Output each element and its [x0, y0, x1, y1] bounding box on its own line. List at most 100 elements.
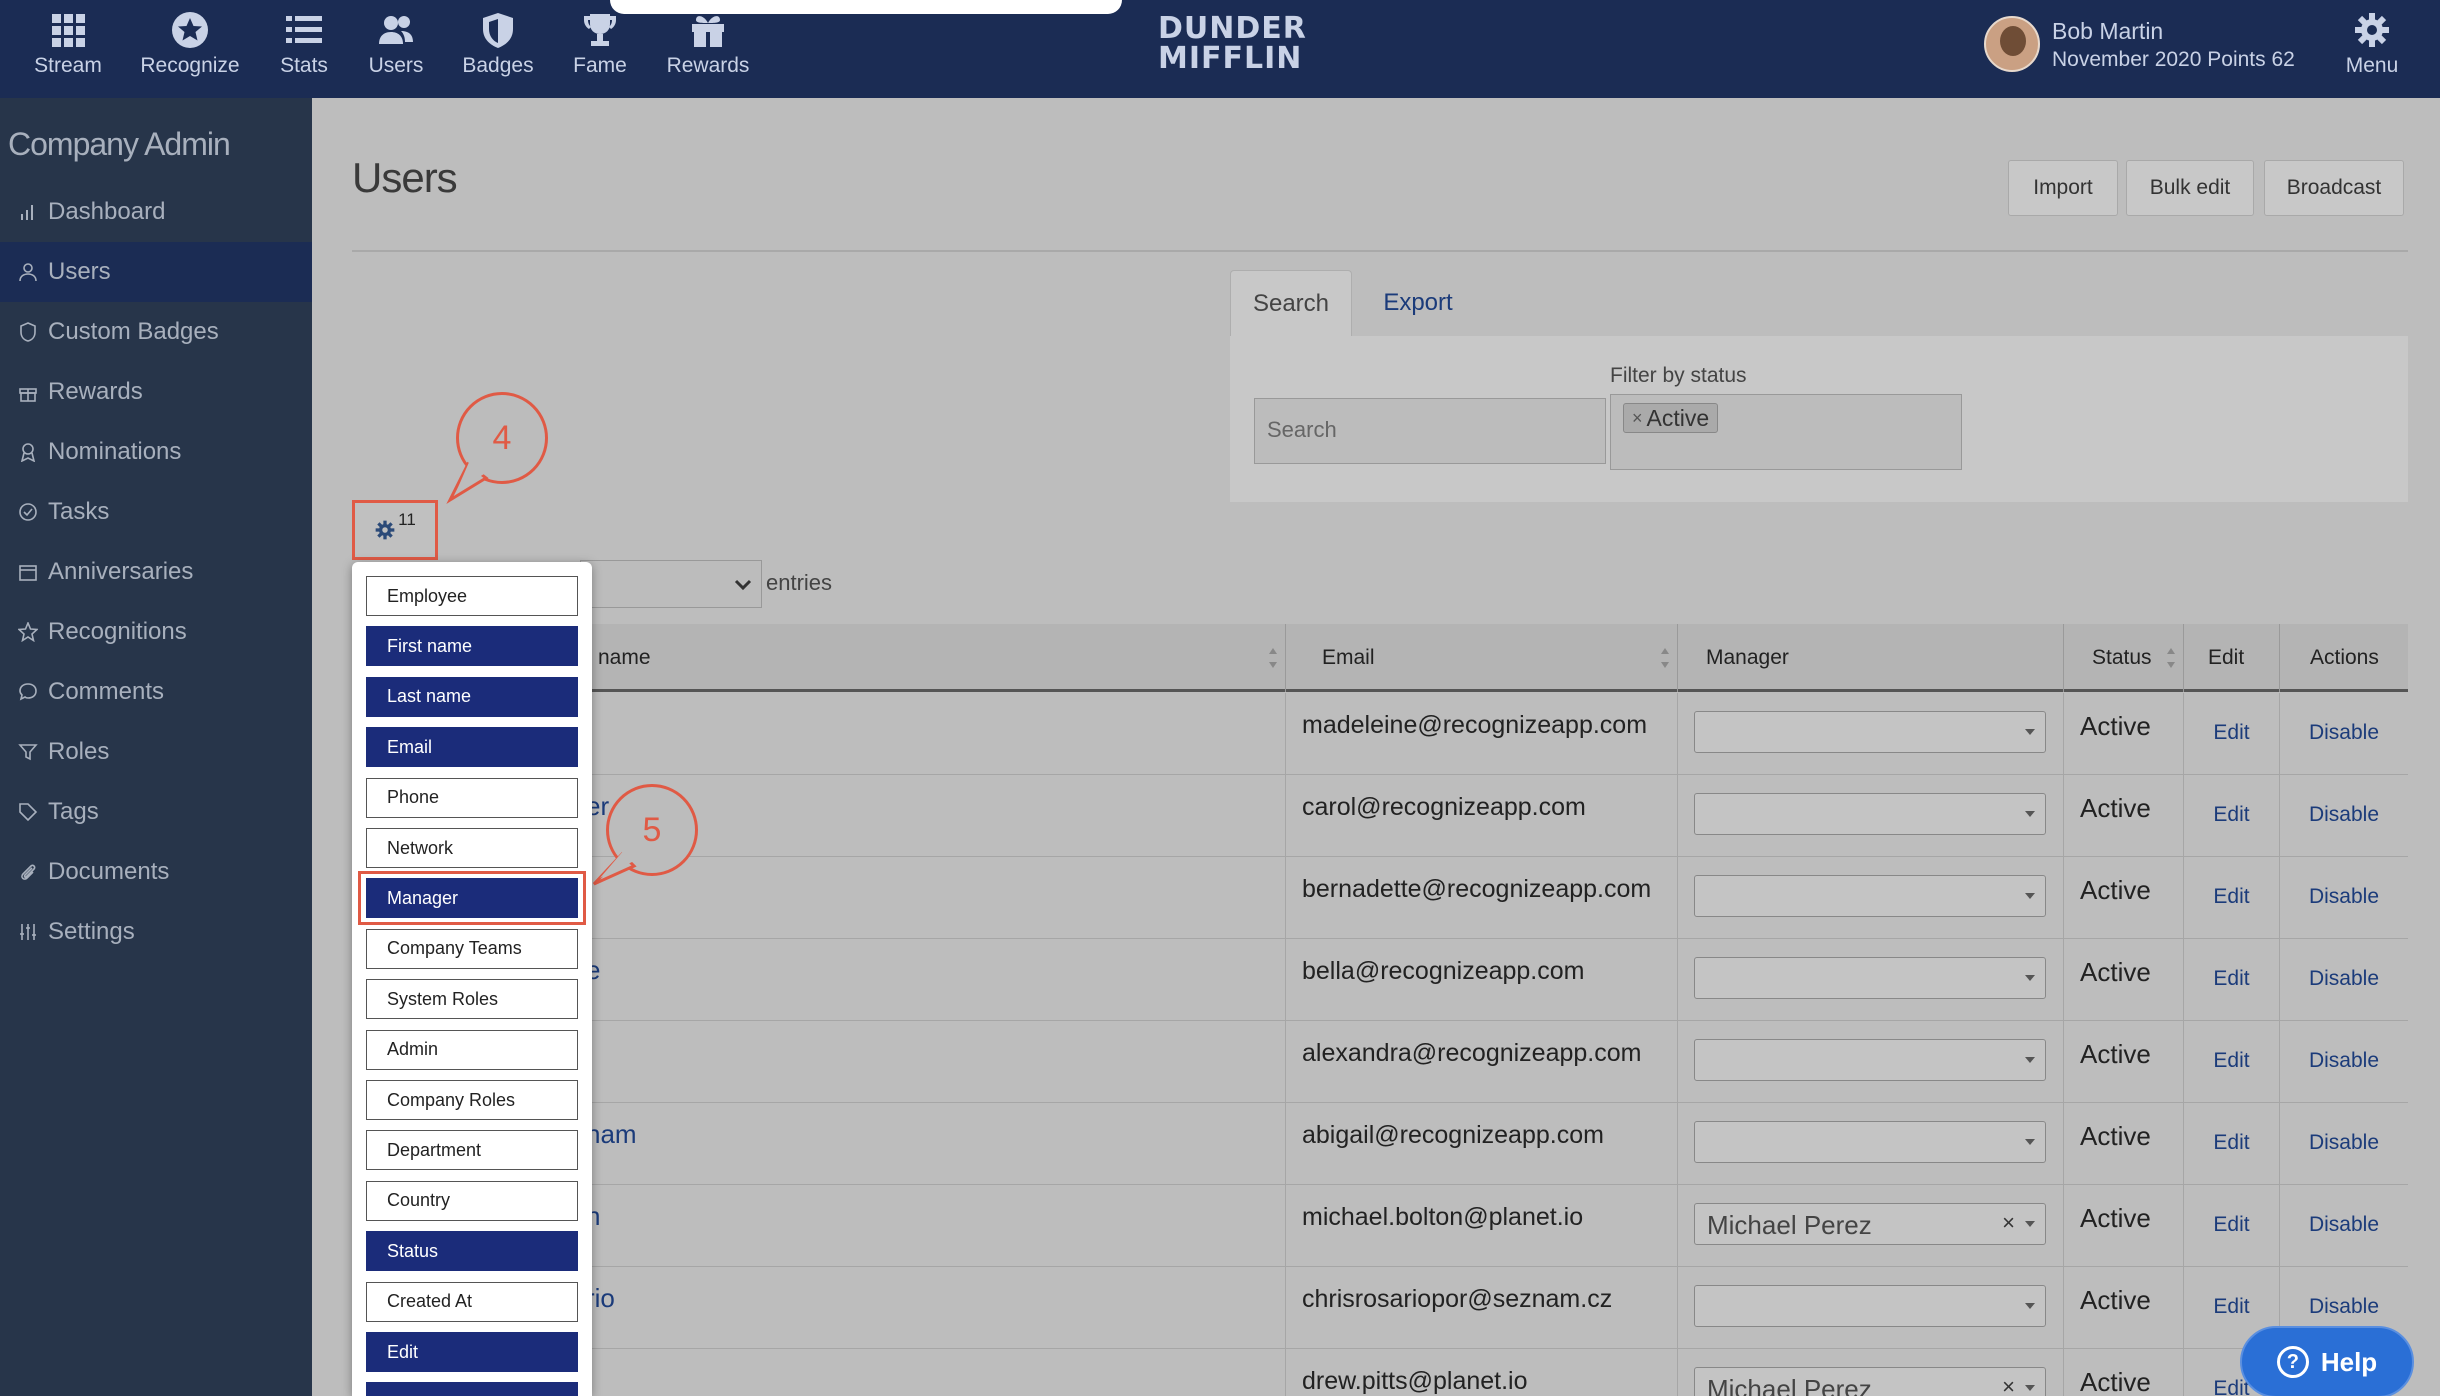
broadcast-button[interactable]: Broadcast — [2264, 160, 2404, 216]
table-row: bernadette@recognizeapp.com Active Edit Dis… — [580, 857, 2408, 939]
edit-link[interactable]: Edit — [2184, 1103, 2280, 1185]
nav-rewards[interactable]: Rewards — [648, 10, 768, 78]
column-toggle-company-teams[interactable]: Company Teams — [366, 928, 578, 969]
sidebar-item-dashboard[interactable]: Dashboard — [0, 182, 312, 242]
sidebar-item-rewards[interactable]: Rewards — [0, 362, 312, 422]
edit-link[interactable]: Edit — [2184, 1021, 2280, 1103]
column-toggle-manager[interactable]: Manager — [366, 878, 578, 919]
edit-link[interactable]: Edit — [2184, 775, 2280, 857]
manager-select[interactable] — [1694, 1285, 2046, 1327]
column-visibility-button[interactable]: 11 — [352, 500, 438, 560]
column-toggle-email[interactable]: Email — [366, 727, 578, 768]
manager-select[interactable] — [1694, 793, 2046, 835]
email-cell: abigail@recognizeapp.com — [1286, 1103, 1678, 1185]
nav-fame[interactable]: Fame — [540, 10, 660, 78]
nav-label: Badges — [462, 54, 534, 77]
column-toggle-created-at[interactable]: Created At — [366, 1281, 578, 1322]
search-input[interactable]: Search — [1254, 398, 1606, 464]
disable-link[interactable]: Disable — [2280, 775, 2408, 857]
column-toggle-department[interactable]: Department — [366, 1130, 578, 1171]
import-button[interactable]: Import — [2008, 160, 2118, 216]
disable-link[interactable]: Disable — [2280, 939, 2408, 1021]
column-toggle-first-name[interactable]: First name — [366, 626, 578, 667]
sidebar-item-roles[interactable]: Roles — [0, 722, 312, 782]
nav-recognize[interactable]: Recognize — [130, 10, 250, 78]
name-cell: e — [580, 939, 1286, 1021]
manager-select[interactable] — [1694, 957, 2046, 999]
name-link[interactable]: ham — [586, 1119, 637, 1150]
disable-link[interactable]: Disable — [2280, 1185, 2408, 1267]
edit-link[interactable]: Edit — [2184, 857, 2280, 939]
sidebar-item-label: Comments — [48, 678, 165, 705]
email-cell: michael.bolton@planet.io — [1286, 1185, 1678, 1267]
column-toggle-edit[interactable]: Edit — [366, 1332, 578, 1372]
tab-export[interactable]: Export — [1360, 270, 1476, 336]
status-filter-select[interactable]: × Active — [1610, 394, 1962, 470]
column-toggle-network[interactable]: Network — [366, 828, 578, 868]
sidebar-item-tags[interactable]: Tags — [0, 782, 312, 842]
column-toggle-admin[interactable]: Admin — [366, 1029, 578, 1070]
disable-link[interactable]: Disable — [2280, 1021, 2408, 1103]
status-cell: Active — [2064, 939, 2184, 1021]
disable-link[interactable]: Disable — [2280, 693, 2408, 775]
sidebar-item-nominations[interactable]: Nominations — [0, 422, 312, 482]
column-toggle-more[interactable] — [366, 1382, 578, 1396]
clear-icon[interactable]: × — [2002, 1374, 2015, 1396]
menu-button[interactable]: Menu — [2330, 10, 2414, 78]
name-cell — [580, 693, 1286, 775]
column-toggle-employee[interactable]: Employee — [366, 576, 578, 616]
column-header-email[interactable]: Email — [1286, 624, 1678, 692]
sidebar-item-label: Custom Badges — [48, 318, 219, 345]
column-toggle-company-roles[interactable]: Company Roles — [366, 1080, 578, 1120]
manager-select[interactable] — [1694, 1121, 2046, 1163]
column-header-status[interactable]: Status — [2064, 624, 2184, 692]
manager-select[interactable] — [1694, 875, 2046, 917]
caret-down-icon — [2025, 1221, 2035, 1227]
manager-cell — [1678, 1267, 2064, 1349]
sidebar-item-settings[interactable]: Settings — [0, 902, 312, 962]
sidebar-item-users[interactable]: Users — [0, 242, 312, 302]
sidebar-item-recognitions[interactable]: Recognitions — [0, 602, 312, 662]
status-cell: Active — [2064, 775, 2184, 857]
table-row: ham abigail@recognizeapp.com Active Edit Dis… — [580, 1103, 2408, 1185]
edit-link[interactable]: Edit — [2184, 693, 2280, 775]
company-logo[interactable]: DUNDER MIFFLIN — [1158, 14, 1306, 74]
column-header-name[interactable]: name — [580, 624, 1286, 692]
entries-select[interactable] — [580, 560, 762, 608]
column-header-actions: Actions — [2280, 624, 2408, 692]
edit-link[interactable]: Edit — [2184, 939, 2280, 1021]
clear-icon[interactable]: × — [2002, 1210, 2015, 1236]
disable-link[interactable]: Disable — [2280, 857, 2408, 939]
status-chip: × Active — [1623, 403, 1719, 433]
column-toggle-system-roles[interactable]: System Roles — [366, 979, 578, 1020]
chip-remove-button[interactable]: × — [1632, 408, 1643, 429]
help-button[interactable]: ? Help — [2240, 1326, 2414, 1396]
manager-select[interactable]: Michael Perez × — [1694, 1367, 2046, 1396]
name-cell — [580, 857, 1286, 939]
sort-icon — [1661, 648, 1669, 668]
disable-link[interactable]: Disable — [2280, 1103, 2408, 1185]
sort-icon — [1269, 648, 1277, 668]
nav-stream[interactable]: Stream — [8, 10, 128, 78]
sidebar-item-anniversaries[interactable]: Anniversaries — [0, 542, 312, 602]
status-cell: Active — [2064, 1267, 2184, 1349]
sidebar-item-comments[interactable]: Comments — [0, 662, 312, 722]
sidebar-item-custom-badges[interactable]: Custom Badges — [0, 302, 312, 362]
column-toggle-country[interactable]: Country — [366, 1180, 578, 1221]
column-toggle-status[interactable]: Status — [366, 1231, 578, 1272]
edit-link[interactable]: Edit — [2184, 1185, 2280, 1267]
header-label: name — [598, 646, 651, 669]
sidebar-item-documents[interactable]: Documents — [0, 842, 312, 902]
caret-down-icon — [2025, 975, 2035, 981]
column-header-manager[interactable]: Manager — [1678, 624, 2064, 692]
manager-select[interactable] — [1694, 1039, 2046, 1081]
column-toggle-phone[interactable]: Phone — [366, 777, 578, 818]
sidebar-item-tasks[interactable]: Tasks — [0, 482, 312, 542]
tab-search[interactable]: Search — [1230, 270, 1352, 336]
column-toggle-last-name[interactable]: Last name — [366, 676, 578, 717]
bulk-edit-button[interactable]: Bulk edit — [2126, 160, 2254, 216]
manager-select[interactable] — [1694, 711, 2046, 753]
admin-sidebar: Company Admin Dashboard Users Custom Bad… — [0, 98, 312, 1396]
manager-select[interactable]: Michael Perez × — [1694, 1203, 2046, 1245]
sort-icon — [2167, 648, 2175, 668]
